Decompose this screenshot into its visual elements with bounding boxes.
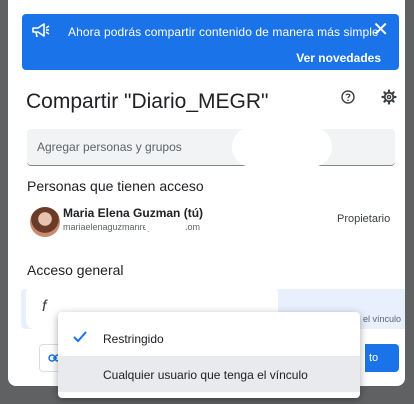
info-banner: Ahora podrás compartir contenido de mane… [22, 14, 399, 70]
access-option-initial: f [42, 298, 47, 315]
redaction-mask [145, 220, 187, 232]
add-people-placeholder: Agregar personas y grupos [37, 140, 182, 154]
help-circle-icon[interactable] [341, 90, 355, 104]
gear-icon[interactable] [381, 89, 397, 105]
people-access-heading: Personas que tienen acceso [27, 178, 204, 194]
done-button[interactable]: to [365, 344, 399, 372]
dialog-title: Compartir "Diario_MEGR" [26, 90, 269, 113]
access-hint: el vínculo [363, 314, 402, 324]
avatar [30, 207, 60, 237]
access-dropdown-menu: Restringido Cualquier usuario que tenga … [58, 312, 360, 398]
option-anyone-with-link[interactable]: Cualquier usuario que tenga el vínculo [58, 356, 360, 392]
option-label: Restringido [103, 332, 164, 346]
general-access-heading: Acceso general [27, 262, 124, 278]
megaphone-icon [32, 23, 50, 38]
user-name: Maria Elena Guzman (tú) [63, 206, 204, 220]
banner-message: Ahora podrás compartir contenido de mane… [68, 25, 379, 39]
owner-role: Propietario [337, 213, 391, 225]
option-restricted[interactable]: Restringido [58, 320, 360, 356]
check-icon [73, 331, 87, 343]
option-label: Cualquier usuario que tenga el vínculo [103, 368, 308, 382]
close-icon[interactable]: ✕ [372, 19, 389, 41]
redaction-mask [232, 127, 332, 167]
see-news-link[interactable]: Ver novedades [296, 51, 381, 65]
add-people-input[interactable]: Agregar personas y grupos [27, 129, 395, 166]
